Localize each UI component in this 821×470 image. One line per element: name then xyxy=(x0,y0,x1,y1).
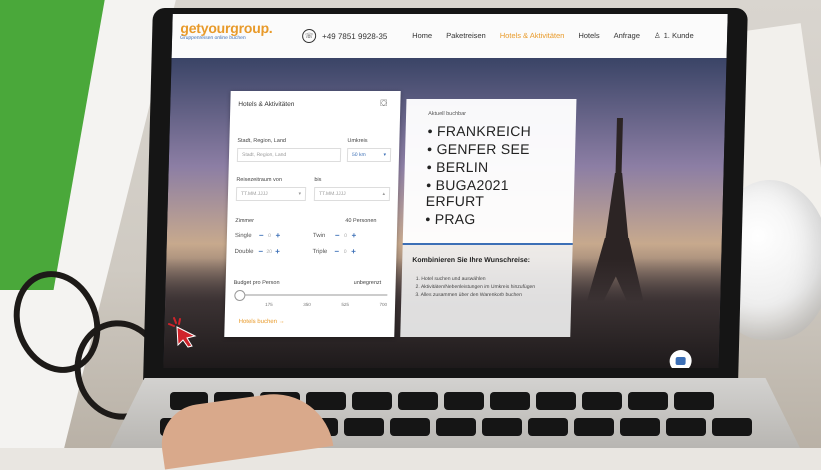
plus-icon[interactable]: + xyxy=(275,231,280,240)
combine-step: 1. Hotel suchen und auswählen xyxy=(415,276,486,282)
twin-label: Twin xyxy=(312,232,326,239)
room-steppers: Single − 0 + Twin − 0 + Double − 20 + Tr… xyxy=(234,231,389,265)
phone-number: +49 7851 9928-35 xyxy=(322,31,388,41)
destination-item[interactable]: • BERLIN xyxy=(426,159,488,175)
laptop-screen: getyourgroup. Gruppenreisen online buche… xyxy=(163,14,728,368)
combine-step: 2. Aktivitäten/Nebenleistungen im Umkrei… xyxy=(415,284,536,290)
tick-label: 700 xyxy=(379,302,388,307)
destination-item[interactable]: • BUGA2021 xyxy=(426,177,509,193)
minus-icon[interactable]: − xyxy=(334,247,339,256)
site-logo[interactable]: getyourgroup. Gruppenreisen online buche… xyxy=(180,20,273,41)
twin-stepper: Twin − 0 + xyxy=(313,231,357,240)
radius-value: 50 km xyxy=(351,152,366,158)
plus-icon[interactable]: + xyxy=(275,247,280,256)
from-date-input[interactable]: TT.MM.JJJJ ▾ xyxy=(235,187,307,201)
phone-contact[interactable]: ☏ +49 7851 9928-35 xyxy=(301,29,388,43)
budget-slider-track[interactable] xyxy=(239,294,388,296)
minus-icon[interactable]: − xyxy=(259,231,264,240)
combine-title: Kombinieren Sie Ihre Wunschreise: xyxy=(412,257,531,264)
destination-item[interactable]: ERFURT xyxy=(426,193,485,209)
mouse-cursor-icon xyxy=(168,317,197,348)
combine-step: 3. Alles zusammen über den Warenkorb buc… xyxy=(415,292,522,298)
destination-item[interactable]: • GENFER SEE xyxy=(427,141,530,157)
nav-hotels[interactable]: Hotels xyxy=(578,31,600,40)
hotels-buchen-button[interactable]: Hotels buchen → xyxy=(239,319,285,325)
triple-value[interactable]: 0 xyxy=(341,249,349,255)
single-label: Single xyxy=(234,232,252,239)
destinations-subtitle: Aktuell buchbar xyxy=(428,111,467,117)
main-nav: Home Paketreisen Hotels & Aktivitäten Ho… xyxy=(412,31,694,40)
radius-select[interactable]: 50 km ▾ xyxy=(346,148,392,162)
double-stepper: Double − 20 + xyxy=(234,247,280,256)
user-icon: ♙ xyxy=(653,31,661,40)
single-stepper: Single − 0 + xyxy=(235,231,281,240)
user-menu[interactable]: ♙ 1. Kunde xyxy=(654,31,694,40)
double-value[interactable]: 20 xyxy=(265,249,273,255)
laptop: getyourgroup. Gruppenreisen online buche… xyxy=(143,8,748,380)
form-title: Hotels & Aktivitäten xyxy=(238,101,295,108)
logo-text: getyourgroup. xyxy=(180,20,273,36)
from-label: Reisezeitraum von xyxy=(236,177,282,183)
radius-label: Umkreis xyxy=(347,138,368,144)
budget-label: Budget pro Person xyxy=(233,280,280,286)
city-label: Stadt, Region, Land xyxy=(237,138,287,144)
destination-item[interactable]: • PRAG xyxy=(425,211,476,227)
to-date-value: TT.MM.JJJJ xyxy=(318,191,346,197)
combine-steps: 1. Hotel suchen und auswählen 2. Aktivit… xyxy=(415,275,566,299)
budget-ticks: 175 350 525 700 xyxy=(265,302,387,307)
nav-anfrage[interactable]: Anfrage xyxy=(614,31,641,40)
tick-label: 525 xyxy=(341,302,350,307)
hotel-search-form: Hotels & Aktivitäten ⛋ Stadt, Region, La… xyxy=(224,91,401,337)
nav-home[interactable]: Home xyxy=(412,31,432,40)
plus-icon[interactable]: + xyxy=(351,231,356,240)
to-label: bis xyxy=(314,177,322,183)
from-date-value: TT.MM.JJJJ xyxy=(240,191,268,197)
plus-icon[interactable]: + xyxy=(351,247,356,256)
chat-button[interactable] xyxy=(669,350,692,368)
double-label: Double xyxy=(234,248,254,255)
chevron-down-icon: ▾ xyxy=(298,191,302,197)
chevron-up-icon: ▴ xyxy=(382,191,386,197)
destinations-card: Aktuell buchbar • FRANKREICH • GENFER SE… xyxy=(402,99,577,243)
tick-label: 350 xyxy=(303,302,311,307)
rooms-label: Zimmer xyxy=(235,218,255,224)
nav-hotels-aktivitaeten[interactable]: Hotels & Aktivitäten xyxy=(500,31,565,40)
chevron-down-icon: ▾ xyxy=(383,152,387,158)
combine-card: Kombinieren Sie Ihre Wunschreise: 1. Hot… xyxy=(400,245,573,337)
tick-label: 175 xyxy=(265,302,273,307)
budget-max: unbegrenzt xyxy=(353,280,382,286)
user-label: 1. Kunde xyxy=(663,31,694,40)
triple-stepper: Triple − 0 + xyxy=(312,247,356,256)
hotel-icon: ⛋ xyxy=(380,98,388,108)
persons-count: 40 Personen xyxy=(345,218,377,224)
twin-value[interactable]: 0 xyxy=(342,233,350,239)
city-input[interactable]: Stadt, Region, Land xyxy=(236,148,342,162)
budget-slider-handle[interactable] xyxy=(234,290,246,301)
site-navbar: getyourgroup. Gruppenreisen online buche… xyxy=(171,14,728,58)
minus-icon[interactable]: − xyxy=(335,231,340,240)
minus-icon[interactable]: − xyxy=(258,247,263,256)
chat-icon xyxy=(675,357,686,365)
nav-paketreisen[interactable]: Paketreisen xyxy=(446,31,486,40)
single-value[interactable]: 0 xyxy=(266,233,274,239)
triple-label: Triple xyxy=(312,248,328,255)
to-date-input[interactable]: TT.MM.JJJJ ▴ xyxy=(313,187,391,201)
destination-item[interactable]: • FRANKREICH xyxy=(427,123,531,139)
phone-icon: ☏ xyxy=(301,29,317,43)
